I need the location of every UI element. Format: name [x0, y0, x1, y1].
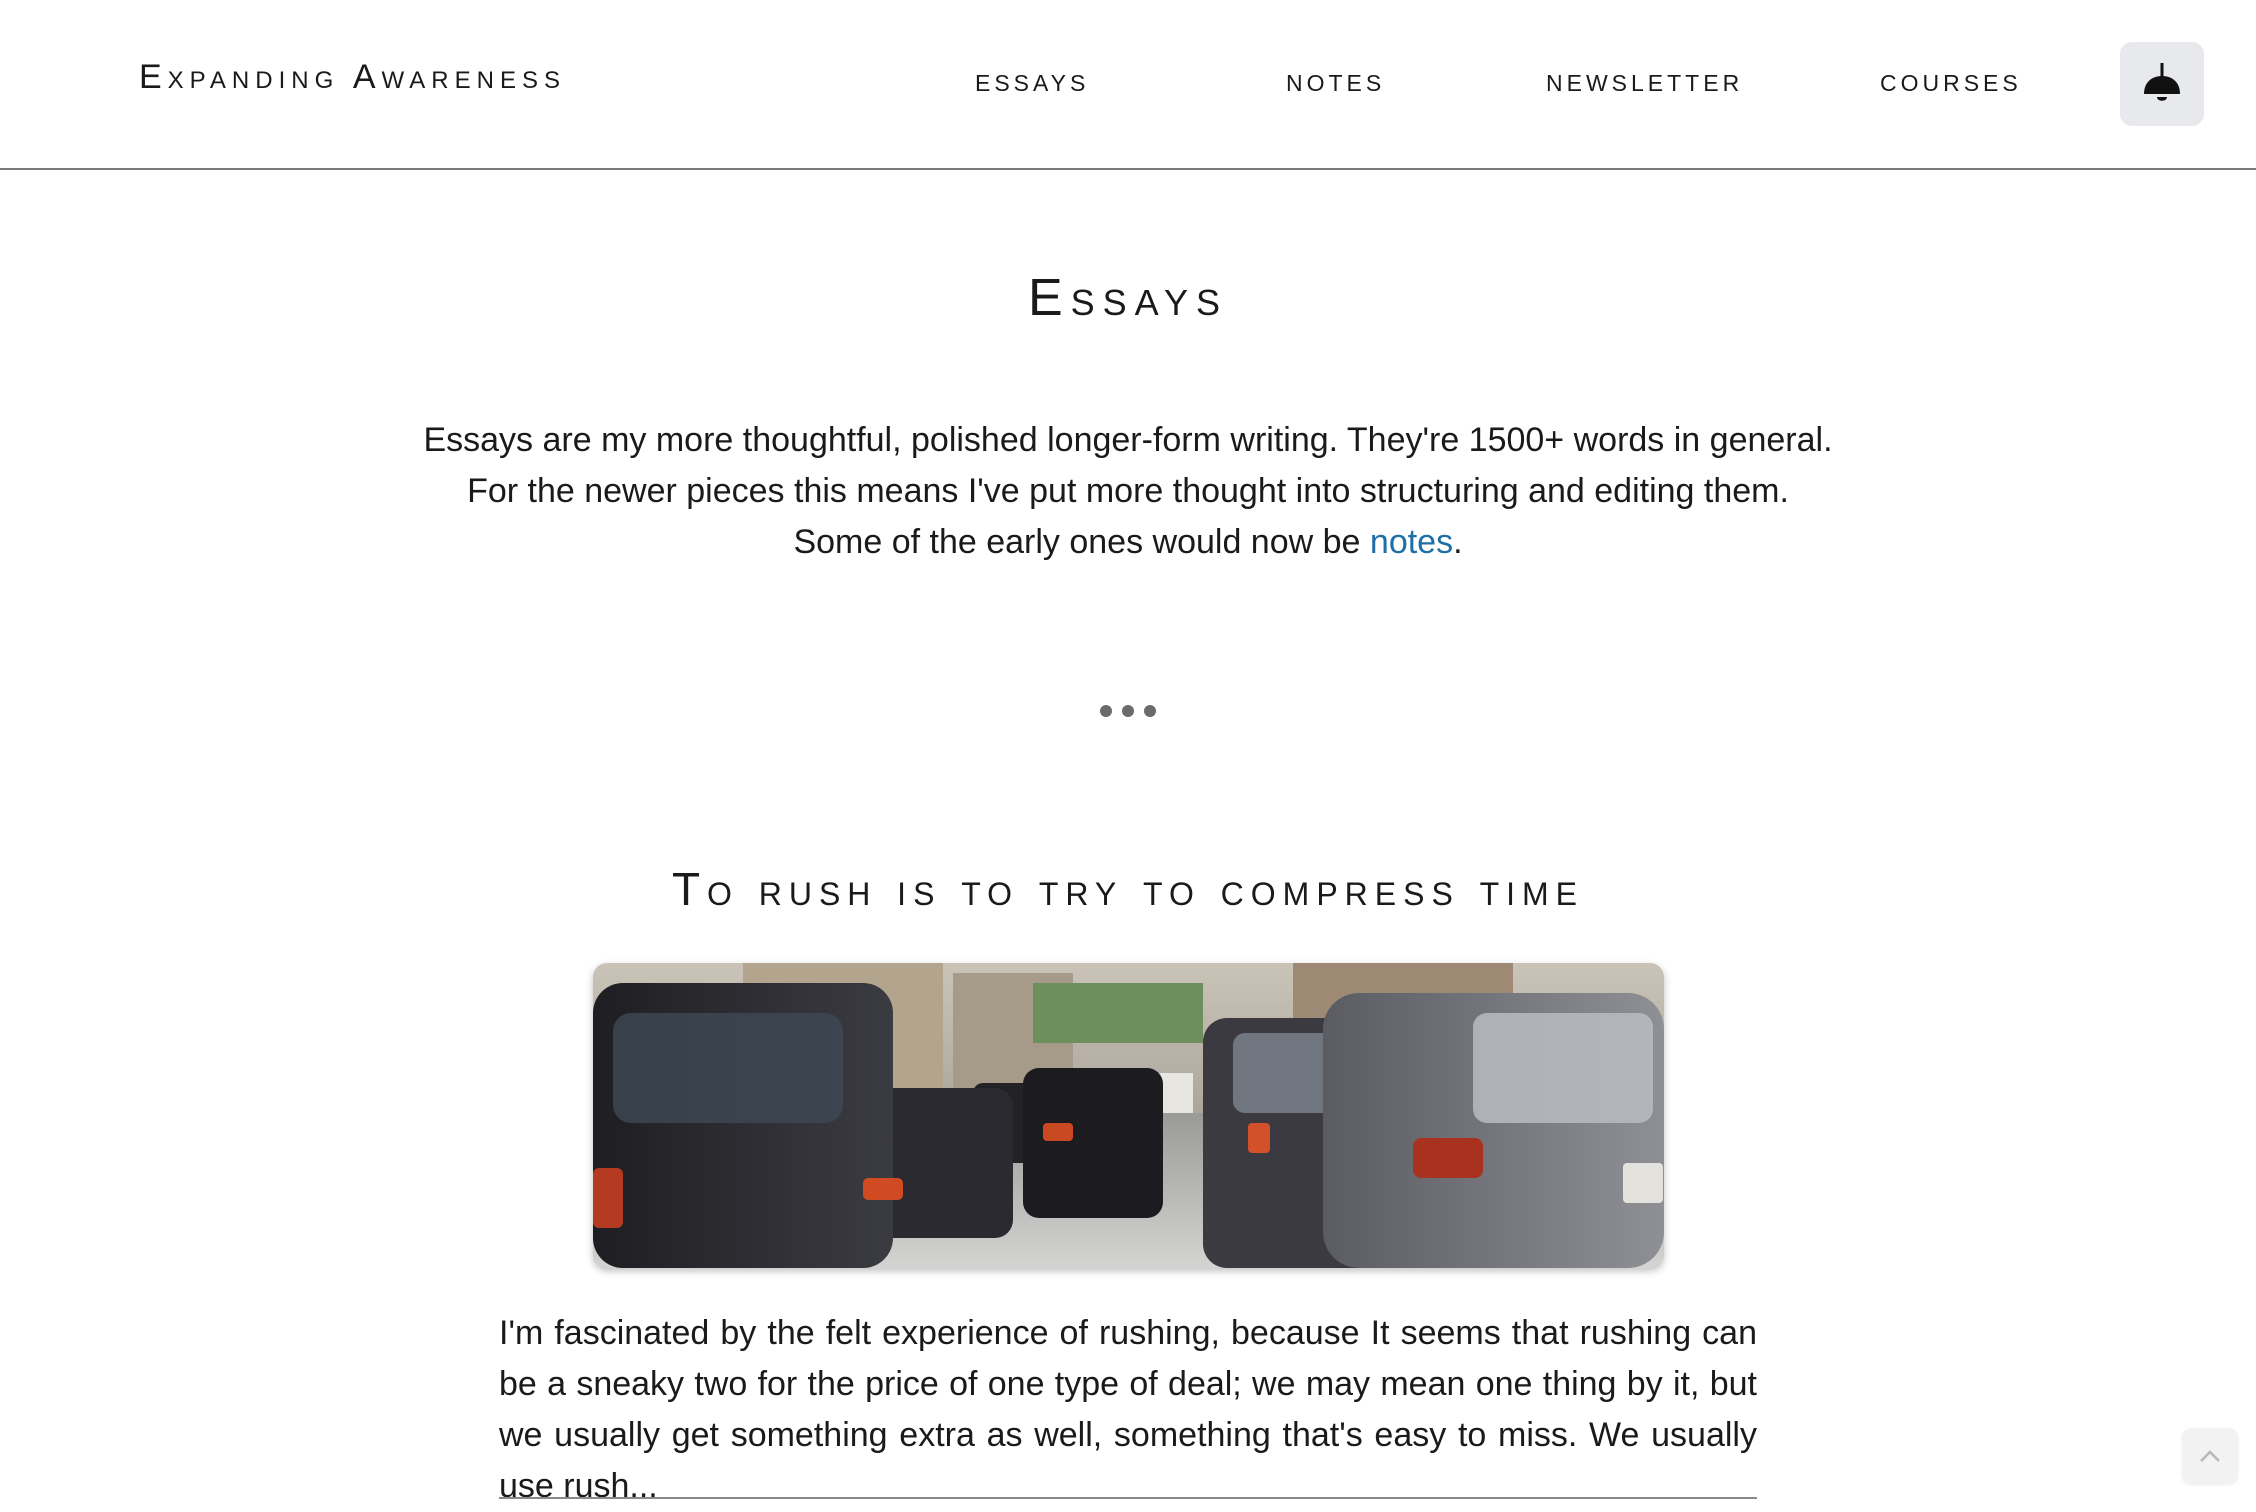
separator-dot — [1100, 705, 1112, 717]
intro-line-3-suffix: . — [1453, 523, 1463, 561]
theme-toggle-button[interactable] — [2120, 42, 2204, 126]
nav-link-essays[interactable]: ESSAYS — [975, 70, 1089, 97]
back-to-top-button[interactable] — [2182, 1428, 2238, 1484]
separator-dot — [1122, 705, 1134, 717]
section-separator — [1100, 704, 1156, 718]
page-title: Essays — [1027, 269, 1229, 327]
intro-line-2: For the newer pieces this means I've put… — [467, 472, 1789, 510]
article-excerpt: I'm fascinated by the felt experience of… — [499, 1314, 1757, 1505]
intro-line-1: Essays are my more thoughtful, polished … — [423, 421, 1833, 459]
article-image[interactable] — [593, 963, 1664, 1268]
site-header: Expanding Awareness ESSAYS NOTES NEWSLET… — [0, 0, 2256, 170]
nav-link-notes[interactable]: NOTES — [1286, 70, 1385, 97]
intro-paragraph: Essays are my more thoughtful, polished … — [380, 415, 1876, 568]
intro-line-3: Some of the early ones would now be — [793, 523, 1370, 561]
article-divider — [499, 1497, 1757, 1499]
site-title-link[interactable]: Expanding Awareness — [139, 58, 566, 97]
article-title-link[interactable]: To rush is to try to compress time — [0, 862, 2256, 916]
separator-dot — [1144, 705, 1156, 717]
nav-link-newsletter[interactable]: NEWSLETTER — [1546, 70, 1743, 97]
notes-link[interactable]: notes — [1370, 523, 1453, 561]
lamp-icon — [2144, 63, 2180, 101]
chevron-up-icon — [2200, 1450, 2220, 1462]
nav-link-courses[interactable]: COURSES — [1880, 70, 2022, 97]
